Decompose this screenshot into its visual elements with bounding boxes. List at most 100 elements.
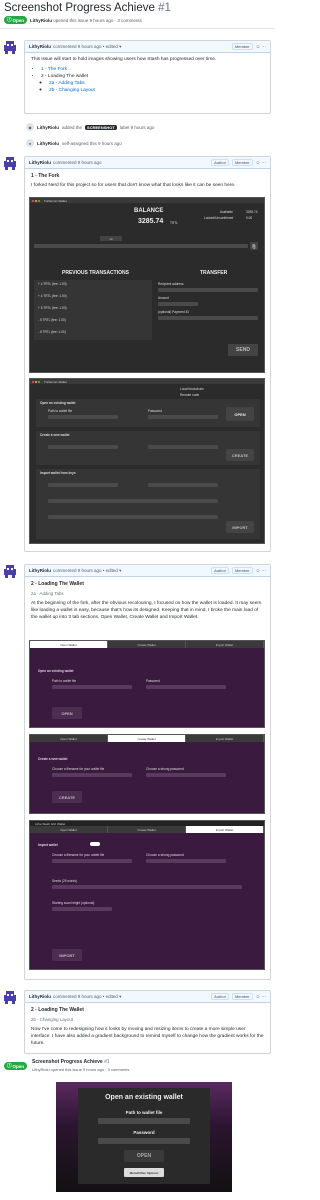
list-loading-wallet: 2 - Loading The wallet: [41, 73, 89, 79]
private-spend-key-input[interactable]: [48, 515, 218, 519]
smiley-icon[interactable]: ☺: [256, 44, 261, 49]
issue-opened-icon: ⓘ: [7, 17, 12, 22]
comment-header: LithyRiolu commented 9 hours ago Author …: [25, 157, 270, 169]
filename-input[interactable]: [52, 773, 132, 777]
link-the-fork[interactable]: 1 - The Fork: [41, 67, 67, 72]
remote-daemon-option[interactable]: Remote node: [180, 393, 199, 397]
payment-id-input[interactable]: [158, 316, 258, 320]
copy-icon[interactable]: ⎘: [250, 242, 258, 250]
more-options-icon[interactable]: ⋯: [262, 44, 267, 50]
filename-label: Choose a filename for your wallet file: [52, 853, 105, 857]
import-button[interactable]: IMPORT: [52, 949, 82, 961]
path-input[interactable]: [48, 415, 118, 419]
open-button[interactable]: OPEN: [226, 407, 254, 421]
timeline-user[interactable]: LithyRiolu: [37, 125, 59, 130]
comment-author[interactable]: LithyRiolu: [29, 568, 51, 573]
comment-time[interactable]: commented 9 hours ago: [53, 160, 102, 165]
amount-input[interactable]: [158, 302, 198, 306]
comment-author[interactable]: LithyRiolu: [29, 44, 51, 49]
issue-author-link[interactable]: LithyRiolu: [30, 18, 52, 23]
tab-open-wallet[interactable]: Open Wallet: [30, 735, 108, 742]
member-badge: Member: [231, 159, 253, 166]
amount-label: Amount: [158, 296, 169, 300]
issue-meta-text: LithyRiolu opened this issue 9 hours ago…: [30, 18, 142, 23]
scan-height-input[interactable]: [52, 907, 112, 911]
import-filename-input[interactable]: [48, 483, 118, 487]
tab-create-wallet[interactable]: Create Wallet: [108, 735, 186, 742]
comment-author[interactable]: LithyRiolu: [29, 160, 51, 165]
open-wallet-heading: Open an existing wallet: [105, 1094, 183, 1101]
avatar[interactable]: [3, 40, 17, 54]
tx-row[interactable]: - 5 TRTL (fee: 1.00): [38, 318, 66, 322]
comment-time[interactable]: commented 9 hours ago • edited ▾: [53, 568, 121, 574]
tx-row[interactable]: + 4 TRTL (fee: 1.00): [38, 282, 67, 286]
tab-import-wallet[interactable]: Import Wallet: [186, 641, 264, 648]
import-filename-input[interactable]: [52, 859, 132, 863]
author-badge: Author: [211, 159, 229, 166]
tab-create-wallet[interactable]: Create Wallet: [108, 641, 186, 648]
send-button[interactable]: SEND: [228, 344, 258, 356]
wallet-tabs: Open Wallet Create Wallet Import Wallet: [30, 641, 264, 648]
timeline-text: added the: [62, 124, 83, 130]
avatar[interactable]: [3, 564, 17, 578]
sticky-title-text: Screenshot Progress Achieve: [32, 1059, 103, 1065]
comment-time[interactable]: commented 9 hours ago • edited ▾: [53, 994, 121, 1000]
link-changing-layout[interactable]: 2b - Changing Layout: [49, 88, 95, 93]
comment-author[interactable]: LithyRiolu: [29, 994, 51, 999]
changed-layout-screenshot: Open an existing wallet Path to wallet f…: [56, 1082, 232, 1192]
link-adding-tabs[interactable]: 2a - Adding Tabs: [49, 81, 85, 86]
private-view-key-input[interactable]: [48, 499, 218, 503]
comment-1: LithyRiolu commented 9 hours ago • edite…: [24, 40, 271, 114]
more-options-icon[interactable]: ⋯: [262, 568, 267, 574]
smiley-icon[interactable]: ☺: [256, 160, 261, 165]
status-badge-label: Open: [12, 1063, 25, 1069]
tab-create-wallet[interactable]: Create Wallet: [108, 826, 186, 833]
seed-input[interactable]: [52, 885, 242, 889]
open-button[interactable]: OPEN: [52, 707, 82, 719]
tab-open-wallet[interactable]: Open Wallet: [30, 641, 108, 648]
tab-import-wallet[interactable]: Import Wallet: [186, 735, 264, 742]
smiley-icon[interactable]: ☺: [256, 994, 261, 999]
tab-import-wallet[interactable]: Import Wallet: [186, 826, 264, 833]
import-password-input[interactable]: [148, 483, 218, 487]
create-button[interactable]: CREATE: [52, 791, 82, 803]
timeline-user[interactable]: LithyRiolu: [37, 141, 59, 146]
avatar[interactable]: [3, 156, 17, 170]
person-icon: ●: [26, 139, 34, 147]
path-input[interactable]: [98, 1118, 190, 1124]
import-button[interactable]: IMPORT: [226, 521, 254, 533]
create-button[interactable]: CREATE: [226, 449, 254, 461]
local-daemon-option[interactable]: Local blockchain: [180, 387, 204, 391]
menu-other-options-button[interactable]: Menu/Other Options: [124, 1168, 164, 1177]
new-password-input[interactable]: [148, 445, 218, 449]
scan-height-label: Starting scan height (optional): [52, 901, 95, 905]
import-wallet-heading: Import wallet: [38, 843, 58, 847]
tx-row[interactable]: - 6 TRTL (fee: 1.00): [38, 330, 66, 334]
open-button[interactable]: OPEN: [124, 1150, 164, 1162]
more-options-icon[interactable]: ⋯: [262, 994, 267, 1000]
tx-row[interactable]: + 5 TRTL (fee: 1.00): [38, 306, 67, 310]
more-options-icon[interactable]: ⋯: [262, 160, 267, 166]
locked-label: Locked/Unconfirmed: [204, 216, 234, 220]
filename-input[interactable]: [48, 445, 118, 449]
new-password-input[interactable]: [146, 773, 226, 777]
import-password-input[interactable]: [146, 859, 226, 863]
avatar[interactable]: [3, 990, 17, 1004]
screenshot-label[interactable]: SCREENSHOT: [85, 124, 117, 130]
wallet-address-field[interactable]: [34, 244, 248, 248]
password-input[interactable]: [146, 685, 226, 689]
tab-open-wallet[interactable]: Open Wallet: [30, 826, 108, 833]
backup-button[interactable]: ▭: [100, 236, 122, 241]
password-input[interactable]: [98, 1138, 190, 1144]
comment-header: LithyRiolu commented 9 hours ago • edite…: [25, 565, 270, 577]
tx-row[interactable]: + 4 TRTL (fee: 1.00): [38, 294, 67, 298]
recipient-input[interactable]: [158, 288, 258, 292]
comment-time[interactable]: commented 9 hours ago • edited ▾: [53, 44, 121, 50]
smiley-icon[interactable]: ☺: [256, 568, 261, 573]
transactions-list[interactable]: + 4 TRTL (fee: 1.00) + 4 TRTL (fee: 1.00…: [34, 280, 152, 340]
import-mode-toggle[interactable]: [90, 842, 100, 846]
comment-text: At the beginning of the fork, after the …: [31, 600, 262, 620]
password-input[interactable]: [148, 415, 218, 419]
choose-password-label: Choose a strong password: [146, 767, 184, 771]
path-input[interactable]: [52, 685, 132, 689]
